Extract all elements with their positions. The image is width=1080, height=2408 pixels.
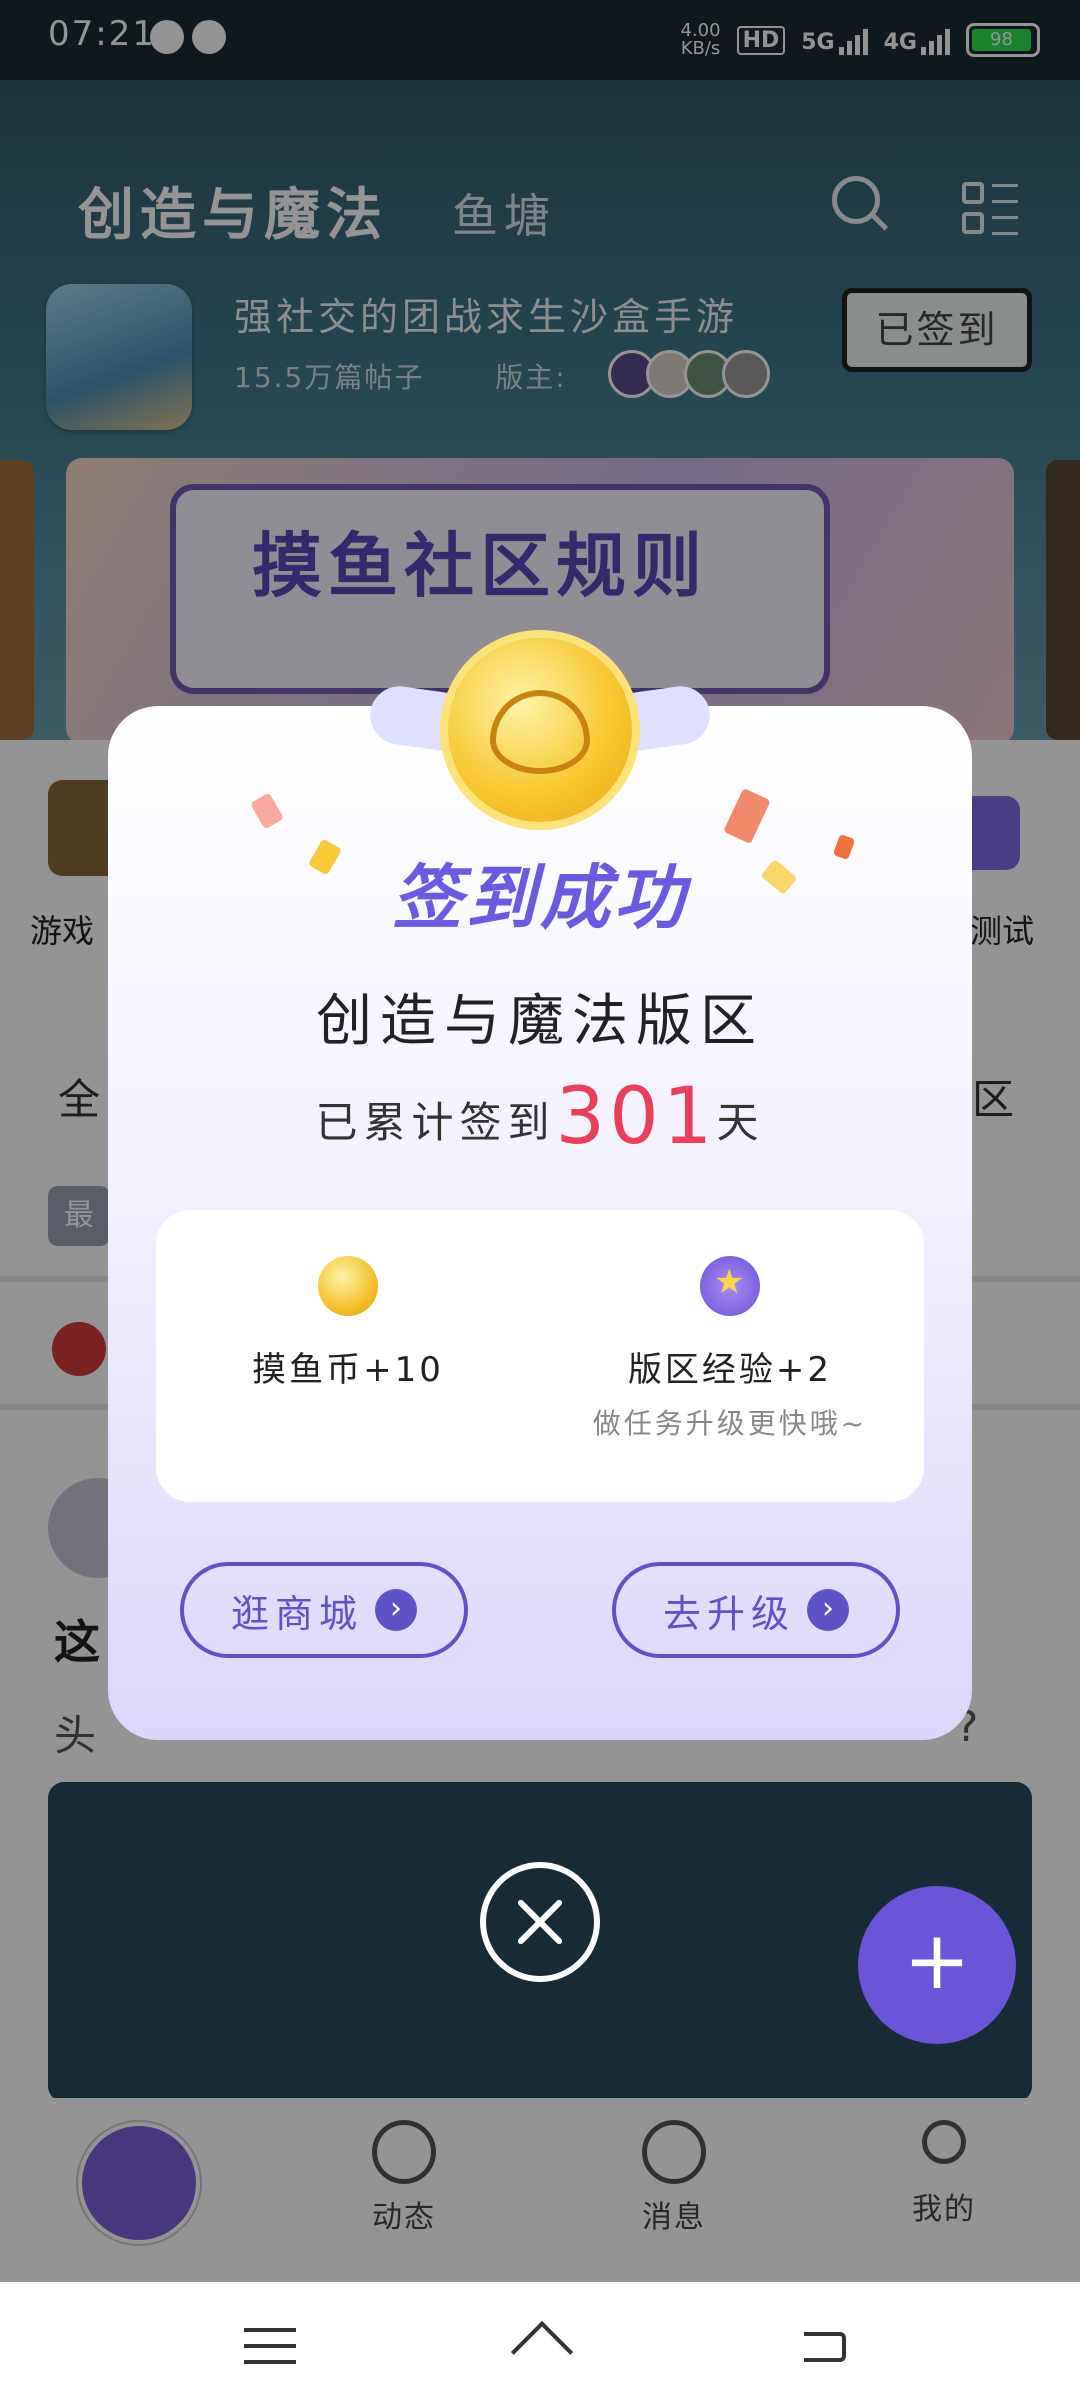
reward-coins-label: 摸鱼币+10 <box>252 1350 444 1390</box>
shop-button[interactable]: 逛商城 › <box>180 1562 468 1658</box>
recents-icon[interactable] <box>244 2324 298 2368</box>
success-title: 签到成功 <box>392 857 688 939</box>
fish-coin-icon <box>318 1256 378 1316</box>
upgrade-button-label: 去升级 <box>662 1591 795 1636</box>
reward-exp-hint: 做任务升级更快哦~ <box>592 1407 868 1440</box>
dialog-forum-name: 创造与魔法版区 <box>316 989 764 1054</box>
streak-text: 已累计签到301天 <box>0 1072 1080 1162</box>
chevron-right-icon: › <box>375 1589 417 1631</box>
close-icon[interactable] <box>480 1862 600 1982</box>
shop-button-label: 逛商城 <box>230 1591 363 1636</box>
create-post-button[interactable]: + <box>858 1886 1016 2044</box>
streak-suffix: 天 <box>716 1098 765 1147</box>
back-icon[interactable] <box>798 2324 852 2368</box>
reward-exp-label: 版区经验+2 <box>627 1350 833 1390</box>
experience-badge-icon <box>700 1256 760 1316</box>
chevron-right-icon: › <box>807 1589 849 1631</box>
streak-prefix: 已累计签到 <box>315 1098 556 1147</box>
home-icon[interactable] <box>506 2320 576 2384</box>
streak-days: 301 <box>555 1072 717 1162</box>
upgrade-button[interactable]: 去升级 › <box>612 1562 900 1658</box>
